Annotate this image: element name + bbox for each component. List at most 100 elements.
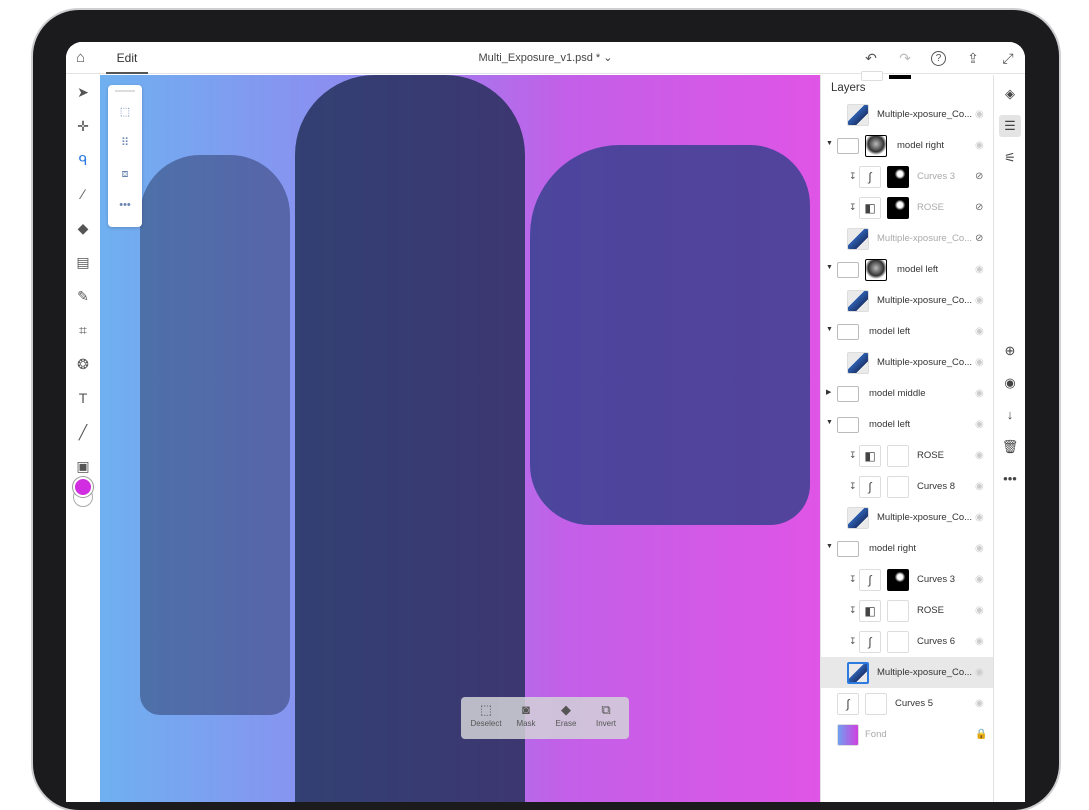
foreground-color-swatch[interactable] <box>73 477 93 497</box>
layer-name: Curves 5 <box>895 698 934 709</box>
move-icon[interactable]: ✛ <box>74 117 92 135</box>
layer-row[interactable]: Multiple-xposure_Co... ◉ <box>821 502 993 533</box>
layer-thumbnail <box>847 228 869 250</box>
help-icon[interactable]: ? <box>931 51 946 66</box>
expand-toggle[interactable]: ▼ <box>826 326 833 333</box>
hidden-icon[interactable]: ⊘ <box>975 161 983 192</box>
grid-select-icon[interactable]: ⠿ <box>116 134 134 152</box>
layer-row[interactable]: ▼ model left ◉ <box>821 316 993 347</box>
lasso-icon[interactable]: ᑫ <box>74 151 92 169</box>
layer-row[interactable]: Multiple-xposure_Co... ⊘ <box>821 223 993 254</box>
layer-row[interactable]: ∫ Curves 5 ◉ <box>821 688 993 719</box>
layer-row[interactable]: Multiple-xposure_Co... ◉ <box>821 657 993 688</box>
layer-row[interactable]: ↧ ∫ Curves 8 ◉ <box>821 471 993 502</box>
clip-icon[interactable]: ↓ <box>999 404 1021 426</box>
redo-icon[interactable]: ↷ <box>896 49 914 67</box>
gradient-map-icon: ◧ <box>859 445 881 467</box>
layer-row[interactable]: ↧ ◧ ROSE ◉ <box>821 440 993 471</box>
canvas[interactable]: ⬚ ⠿ ⧈ ••• ⬚ Deselect ◙ Mask ◆ Erase ⧉ Invert <box>100 75 820 802</box>
layer-name: model right <box>897 140 944 151</box>
layer-row[interactable]: ▼ model left ◉ <box>821 409 993 440</box>
undo-icon[interactable]: ↶ <box>862 49 880 67</box>
visibility-icon[interactable]: ◉ <box>975 378 984 409</box>
layer-row[interactable] <box>821 71 993 102</box>
more-icon[interactable]: ••• <box>999 468 1021 490</box>
visibility-icon[interactable]: ◉ <box>975 502 984 533</box>
fullscreen-icon[interactable]: ⤢ <box>999 49 1017 67</box>
more-icon[interactable]: ••• <box>116 196 134 214</box>
brush-icon[interactable]: ∕ <box>74 185 92 203</box>
layer-name: model right <box>869 543 916 554</box>
visibility-icon[interactable]: ◉ <box>975 626 984 657</box>
deselect-label: Deselect <box>470 719 502 728</box>
layer-row[interactable]: ▼ model right ◉ <box>821 533 993 564</box>
visibility-icon[interactable]: ◉ <box>975 130 984 161</box>
document-title[interactable]: Multi_Exposure_v1.psd * ⌄ <box>66 42 1025 74</box>
layer-row[interactable]: ▼ model left ◉ <box>821 254 993 285</box>
lock-icon[interactable]: 🔒 <box>975 719 987 750</box>
layer-row[interactable]: ↧ ∫ Curves 3 ⊘ <box>821 161 993 192</box>
adjustments-icon[interactable]: ⚟ <box>999 147 1021 169</box>
expand-toggle[interactable]: ▼ <box>826 419 833 426</box>
visibility-icon[interactable]: ◉ <box>975 440 984 471</box>
layer-row[interactable]: ▶ model middle ◉ <box>821 378 993 409</box>
clipping-icon: ↧ <box>849 450 857 460</box>
visibility-icon[interactable]: ◉ <box>975 533 984 564</box>
layer-row[interactable]: Fond 🔒 <box>821 719 993 750</box>
erase-button[interactable]: ◆ Erase <box>545 701 587 735</box>
type-icon[interactable]: T <box>74 389 92 407</box>
layer-mask-thumbnail <box>865 693 887 715</box>
layer-row[interactable]: ▼ model right ◉ <box>821 130 993 161</box>
layer-mask-thumbnail <box>865 135 887 157</box>
layer-row[interactable]: ↧ ◧ ROSE ◉ <box>821 595 993 626</box>
deselect-button[interactable]: ⬚ Deselect <box>465 701 507 735</box>
expand-toggle[interactable]: ▼ <box>826 140 833 147</box>
layer-row[interactable]: Multiple-xposure_Co... ◉ <box>821 285 993 316</box>
layer-name: model left <box>869 326 911 337</box>
line-icon[interactable]: ╱ <box>74 423 92 441</box>
crop-icon[interactable]: ⌗ <box>74 321 92 339</box>
hidden-icon[interactable]: ⊘ <box>975 192 983 223</box>
curves-icon: ∫ <box>859 476 881 498</box>
subject-select-icon[interactable]: ⧈ <box>116 165 134 183</box>
layer-row[interactable]: ↧ ∫ Curves 3 ◉ <box>821 564 993 595</box>
layer-row[interactable]: ↧ ∫ Curves 6 ◉ <box>821 626 993 657</box>
expand-toggle[interactable]: ▶ <box>826 388 831 396</box>
visibility-icon[interactable]: ◉ <box>975 657 984 688</box>
add-layer-icon[interactable]: ⊕ <box>999 340 1021 362</box>
visibility-icon[interactable]: ◉ <box>975 595 984 626</box>
gradient-map-icon: ◧ <box>859 600 881 622</box>
visibility-icon[interactable]: ◉ <box>999 372 1021 394</box>
expand-toggle[interactable]: ▼ <box>826 543 833 550</box>
select-icon[interactable]: ➤ <box>74 83 92 101</box>
image-icon[interactable]: ▣ <box>74 457 92 475</box>
rect-select-icon[interactable]: ⬚ <box>116 103 134 121</box>
layer-row[interactable]: Multiple-xposure_Co... ◉ <box>821 99 993 130</box>
adjust-icon[interactable]: ❂ <box>74 355 92 373</box>
share-icon[interactable]: ⇪ <box>964 49 982 67</box>
hidden-icon[interactable]: ⊘ <box>975 223 983 254</box>
visibility-icon[interactable]: ◉ <box>975 688 984 719</box>
folder-icon <box>837 138 859 154</box>
layer-name: Multiple-xposure_Co... <box>877 109 973 120</box>
layers-icon[interactable]: ◈ <box>999 83 1021 105</box>
visibility-icon[interactable]: ◉ <box>975 564 984 595</box>
layer-row[interactable]: Multiple-xposure_Co... ◉ <box>821 347 993 378</box>
visibility-icon[interactable]: ◉ <box>975 409 984 440</box>
visibility-icon[interactable]: ◉ <box>975 254 984 285</box>
visibility-icon[interactable]: ◉ <box>975 99 984 130</box>
visibility-icon[interactable]: ◉ <box>975 316 984 347</box>
healing-icon[interactable]: ✎ <box>74 287 92 305</box>
curves-icon: ∫ <box>859 166 881 188</box>
eraser-icon[interactable]: ◆ <box>74 219 92 237</box>
delete-icon[interactable]: 🗑 <box>999 436 1021 458</box>
visibility-icon[interactable]: ◉ <box>975 471 984 502</box>
visibility-icon[interactable]: ◉ <box>975 347 984 378</box>
mask-button[interactable]: ◙ Mask <box>505 701 547 735</box>
expand-toggle[interactable]: ▼ <box>826 264 833 271</box>
visibility-icon[interactable]: ◉ <box>975 285 984 316</box>
gradient-icon[interactable]: ▤ <box>74 253 92 271</box>
layer-row[interactable]: ↧ ◧ ROSE ⊘ <box>821 192 993 223</box>
invert-button[interactable]: ⧉ Invert <box>585 701 627 735</box>
layer-properties-icon[interactable]: ☰ <box>999 115 1021 137</box>
